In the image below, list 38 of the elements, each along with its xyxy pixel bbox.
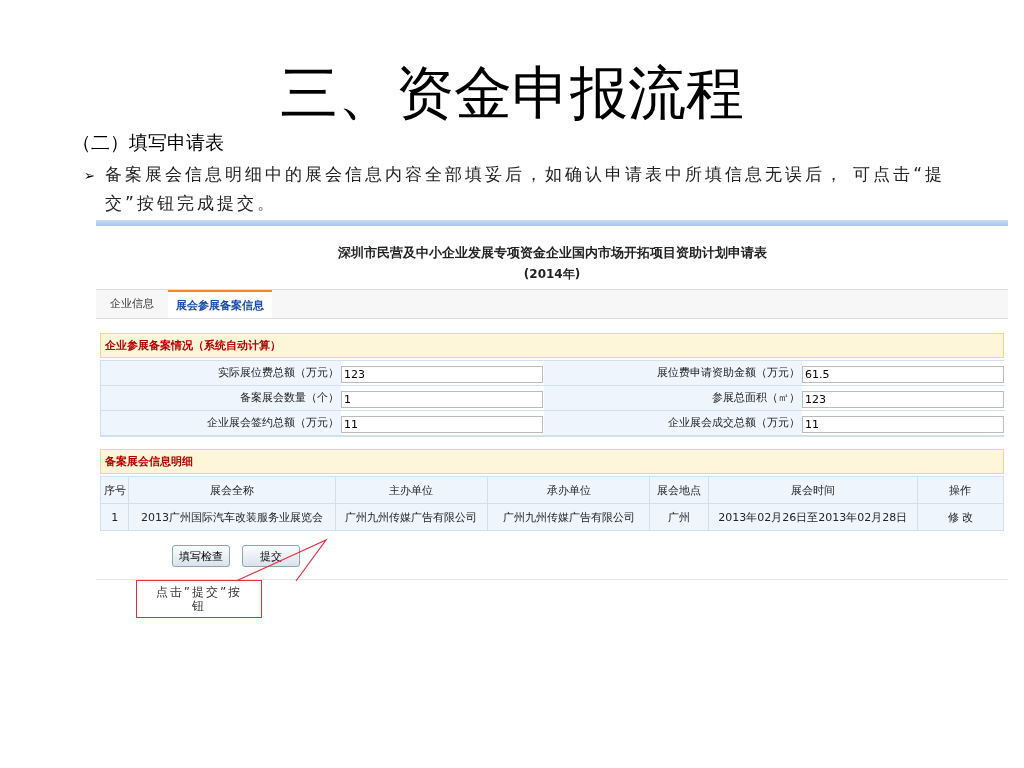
form-year: (2014年) [522,266,582,283]
table-cell: 2013广州国际汽车改装服务业展览会 [128,503,336,531]
column-header: 展会时间 [708,476,918,504]
form-button[interactable]: 提交 [242,545,300,567]
instruction-text: 备案展会信息明细中的展会信息内容全部填妥后，如确认申请表中所填信息无误后， 可点击“提交”按钮完成提交。 [104,163,947,215]
field-label: 实际展位费总额（万元） [101,361,341,386]
input-field[interactable]: 11 [802,416,1004,433]
column-header: 序号 [100,476,129,504]
column-header: 承办单位 [487,476,650,504]
field-label: 企业展会成交总额（万元） [544,411,802,436]
input-field[interactable]: 123 [341,366,543,383]
slide-title: 三、资金申报流程 [279,58,745,128]
section-heading: （二）填写申请表 [72,130,225,154]
bullet-icon: ➢ [84,160,95,218]
form-title: 深圳市民营及中小企业发展专项资金企业国内市场开拓项目资助计划申请表 [336,244,768,262]
field-label: 展位费申请资助金额（万元） [544,361,802,386]
input-field[interactable]: 61.5 [802,366,1004,383]
column-header: 操作 [917,476,1004,504]
table-cell: 1 [100,503,129,531]
field-label: 参展总面积（㎡） [544,386,802,411]
section-header: 备案展会信息明细 [100,449,1004,474]
input-field[interactable]: 1 [341,391,543,408]
field-label: 备案展会数量（个） [101,386,341,411]
field-label: 企业展会签约总额（万元） [101,411,341,436]
table-cell: 广州九州传媒广告有限公司 [487,503,650,531]
table-cell: 广州九州传媒广告有限公司 [335,503,488,531]
column-header: 主办单位 [335,476,488,504]
tab[interactable]: 展会参展备案信息 [168,290,272,318]
form-button[interactable]: 填写检查 [172,545,230,567]
input-field[interactable]: 11 [341,416,543,433]
table-cell: 2013年02月26日至2013年02月28日 [708,503,918,531]
column-header: 展会全称 [128,476,336,504]
tab[interactable]: 企业信息 [102,290,162,318]
column-header: 展会地点 [649,476,709,504]
table-cell: 修 改 [917,503,1004,531]
callout-note: 点击”提交”按钮 [136,580,262,618]
section-header: 企业参展备案情况（系统自动计算） [100,333,1004,358]
input-field[interactable]: 123 [802,391,1004,408]
